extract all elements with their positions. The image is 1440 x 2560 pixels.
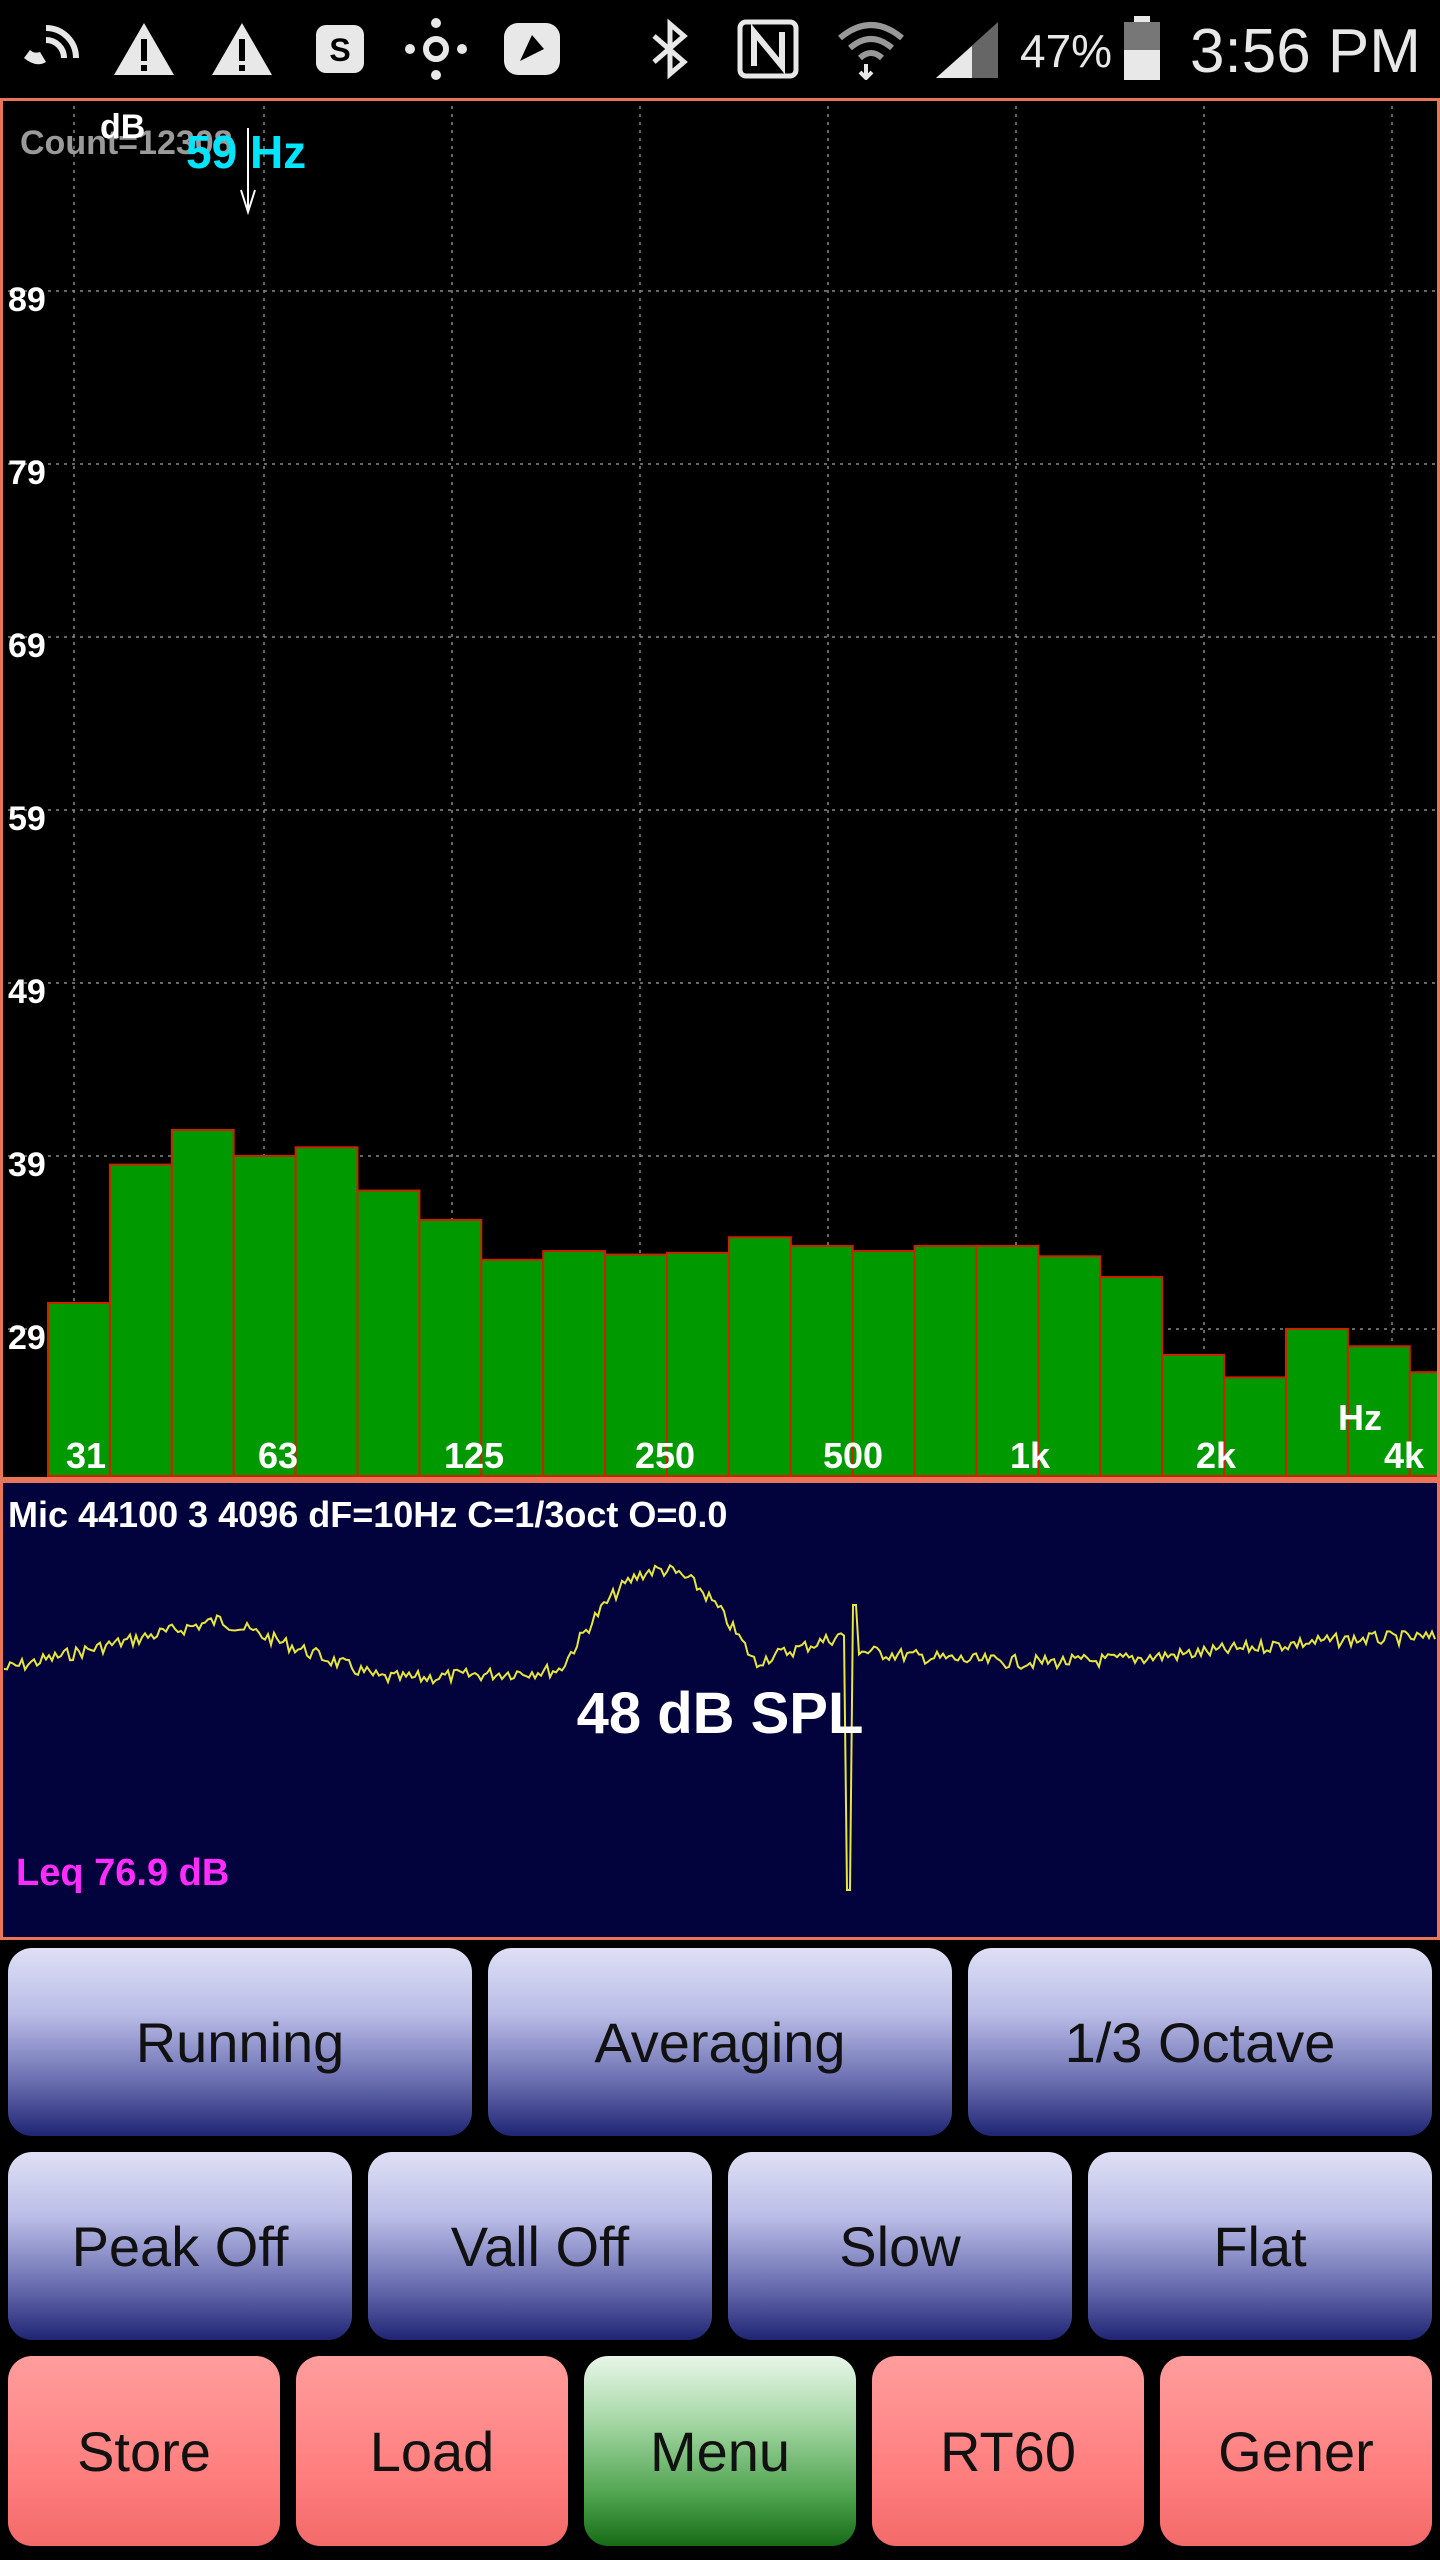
y-tick-label: 69 (8, 627, 46, 665)
x-tick-label: 125 (444, 1435, 504, 1476)
wifi-call-icon (16, 18, 80, 80)
warning-icon (210, 18, 274, 80)
y-tick-label: 89 (8, 281, 46, 319)
x-tick-label: 1k (1010, 1435, 1051, 1476)
y-tick-label: 29 (8, 1319, 46, 1357)
spectrum-bar (1099, 1276, 1164, 1478)
svg-text:S: S (329, 32, 350, 68)
nfc-icon (736, 18, 800, 80)
y-tick-label: 39 (8, 1146, 46, 1184)
spectrum-bar (170, 1129, 235, 1477)
menu-button[interactable]: Menu (584, 2356, 856, 2546)
slow-button[interactable]: Slow (728, 2152, 1072, 2340)
spectrum-bar (356, 1189, 421, 1478)
status-bar: S 47% 3:56 PM (0, 0, 1440, 98)
x-tick-label: 2k (1196, 1435, 1237, 1476)
db-unit-label: dB (100, 108, 145, 146)
x-tick-label: 63 (258, 1435, 298, 1476)
spectrum-bar (108, 1163, 173, 1477)
leq-readout: Leq 76.9 dB (16, 1852, 230, 1894)
spl-readout: 48 dB SPL (576, 1681, 864, 1746)
x-tick-label: 250 (635, 1435, 695, 1476)
x-tick-label: 500 (823, 1435, 883, 1476)
network-settings-icon (404, 18, 468, 80)
y-tick-label: 79 (8, 454, 46, 492)
spectrum-bar (294, 1146, 359, 1478)
s-app-icon: S (312, 18, 368, 80)
generator-button[interactable]: Gener (1160, 2356, 1432, 2546)
y-tick-label: 49 (8, 973, 46, 1011)
rocket-app-icon (502, 18, 562, 80)
warning-icon (112, 18, 176, 80)
mic-info-text: Mic 44100 3 4096 dF=10Hz C=1/3oct O=0.0 (8, 1494, 728, 1535)
running-button[interactable]: Running (8, 1948, 472, 2136)
vall-off-button[interactable]: Vall Off (368, 2152, 712, 2340)
signal-icon (932, 18, 1002, 80)
octave-button[interactable]: 1/3 Octave (968, 1948, 1432, 2136)
store-button[interactable]: Store (8, 2356, 280, 2546)
rt60-button[interactable]: RT60 (872, 2356, 1144, 2546)
y-tick-label: 59 (8, 800, 46, 838)
spectrum-bar (913, 1244, 978, 1478)
waveform-panel: Mic 44100 3 4096 dF=10Hz C=1/3oct O=0.0 … (0, 1480, 1440, 1940)
x-tick-label: 31 (66, 1435, 106, 1476)
clock: 3:56 PM (1190, 17, 1421, 86)
flat-button[interactable]: Flat (1088, 2152, 1432, 2340)
bluetooth-icon (640, 18, 700, 80)
averaging-button[interactable]: Averaging (488, 1948, 952, 2136)
battery-icon (1120, 16, 1164, 80)
peak-off-button[interactable]: Peak Off (8, 2152, 352, 2340)
spectrum-bar (727, 1236, 792, 1478)
load-button[interactable]: Load (296, 2356, 568, 2546)
battery-percent: 47% (1020, 25, 1113, 77)
hz-unit-label: Hz (1338, 1397, 1382, 1438)
cursor-frequency-label: 59 Hz (186, 126, 306, 178)
spectrum-chart[interactable]: 29 39 49 59 69 79 89 31 63 125 250 500 1k 2k 4k Count=1… (0, 98, 1440, 1480)
spectrum-bar (232, 1154, 297, 1477)
wifi-icon (836, 18, 906, 80)
x-tick-label: 4k (1384, 1435, 1425, 1476)
spectrum-bar (542, 1250, 607, 1477)
